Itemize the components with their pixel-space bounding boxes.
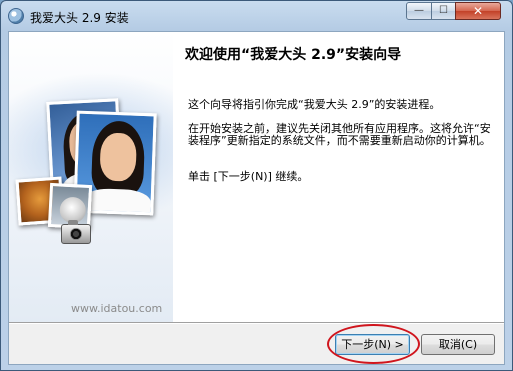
welcome-heading: 欢迎使用“我爱大头 2.9”安装向导: [185, 47, 402, 63]
title-bar[interactable]: 我爱大头 2.9 安装 — ☐ ✕: [1, 1, 512, 31]
installer-window: 我爱大头 2.9 安装 — ☐ ✕ www.idatou.com 欢迎使用“我爱…: [0, 0, 513, 371]
wizard-client-area: www.idatou.com 欢迎使用“我爱大头 2.9”安装向导 这个向导将指…: [8, 31, 505, 365]
window-title: 我爱大头 2.9 安装: [30, 11, 129, 25]
wizard-banner: www.idatou.com: [9, 32, 173, 322]
close-apps-paragraph: 在开始安装之前，建议先关闭其他所有应用程序。这将允许“安装程序”更新指定的系统文…: [188, 122, 491, 147]
welcome-panel: 欢迎使用“我爱大头 2.9”安装向导 这个向导将指引你完成“我爱大头 2.9”的…: [173, 32, 504, 322]
maximize-button[interactable]: ☐: [431, 2, 456, 20]
camera-icon: [61, 220, 91, 244]
cancel-button[interactable]: 取消(C): [421, 334, 495, 355]
app-icon: [8, 8, 24, 24]
website-label: www.idatou.com: [71, 302, 163, 315]
close-button[interactable]: ✕: [455, 2, 501, 20]
highlight-ring: [327, 324, 420, 364]
intro-paragraph: 这个向导将指引你完成“我爱大头 2.9”的安装进程。: [188, 98, 441, 111]
footer-divider: [9, 322, 504, 324]
continue-hint: 单击 [下一步(N)] 继续。: [188, 170, 309, 183]
minimize-button[interactable]: —: [406, 2, 432, 20]
